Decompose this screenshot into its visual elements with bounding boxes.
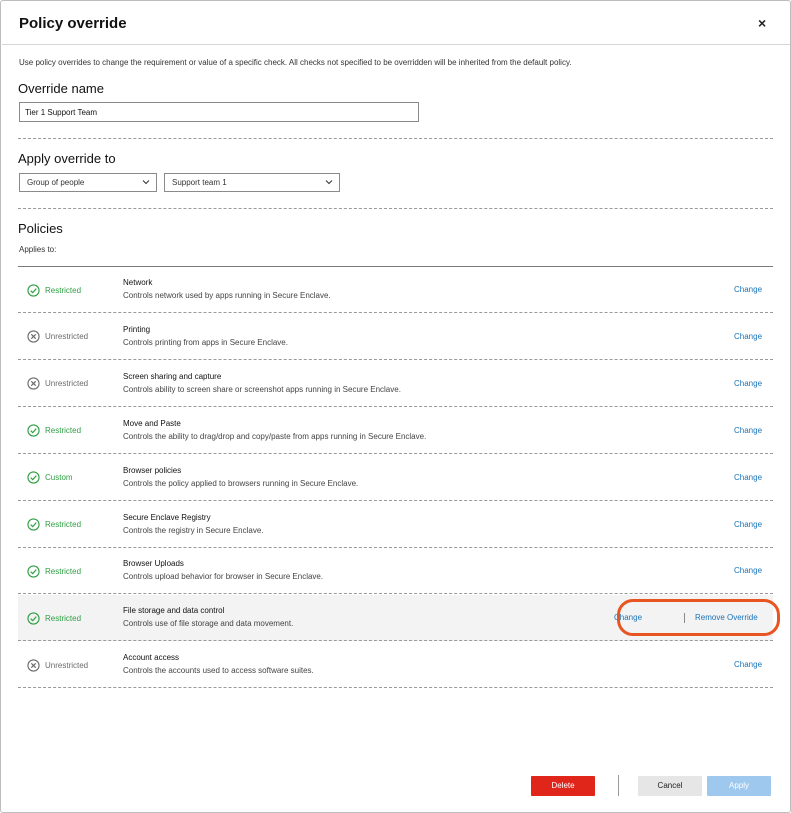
status-label: Restricted bbox=[45, 613, 82, 623]
status-label: Custom bbox=[45, 473, 73, 483]
policy-name: Secure Enclave Registry bbox=[123, 512, 211, 522]
close-icon[interactable]: × bbox=[758, 15, 766, 31]
x-circle-icon bbox=[27, 377, 45, 390]
policy-name: Move and Paste bbox=[123, 418, 181, 428]
policy-name: Network bbox=[123, 278, 153, 287]
policy-row: Restricted Secure Enclave Registry Control… bbox=[18, 502, 773, 548]
policies-label: Policies bbox=[18, 221, 63, 236]
policy-description: Controls the accounts used to access sof… bbox=[123, 666, 314, 676]
target-group-value: Support team 1 bbox=[172, 178, 227, 187]
status-label: Unrestricted bbox=[45, 660, 89, 670]
status-badge: Restricted bbox=[27, 424, 81, 438]
x-circle-icon bbox=[27, 659, 45, 672]
apply-button[interactable]: Apply bbox=[707, 776, 771, 796]
check-circle-icon bbox=[27, 424, 45, 437]
change-link[interactable]: Change bbox=[734, 379, 762, 388]
status-badge: Restricted bbox=[27, 518, 81, 532]
applies-to-label: Applies to: bbox=[19, 245, 57, 254]
target-type-value: Group of people bbox=[27, 178, 85, 187]
policy-row: Unrestricted Printing Controls printing fr… bbox=[18, 314, 773, 360]
status-badge: Custom bbox=[27, 471, 73, 485]
check-circle-icon bbox=[27, 471, 45, 484]
check-circle-icon bbox=[27, 565, 45, 578]
status-label: Restricted bbox=[45, 285, 82, 295]
divider bbox=[18, 208, 773, 209]
status-label: Restricted bbox=[45, 566, 82, 576]
dialog-header: Policy override × bbox=[2, 2, 790, 45]
x-circle-icon bbox=[27, 330, 45, 344]
policy-name: Browser Uploads bbox=[123, 559, 184, 569]
policy-description: Controls network used by apps running in… bbox=[123, 291, 331, 300]
policy-row: Restricted Network Controls network used b… bbox=[18, 267, 773, 313]
policy-description: Controls use of file storage and data mo… bbox=[123, 619, 294, 629]
annotation-highlight bbox=[617, 599, 780, 636]
status-label: Restricted bbox=[45, 426, 82, 436]
check-circle-icon bbox=[27, 518, 45, 531]
policy-row: Custom Browser policies Controls the polic… bbox=[18, 455, 773, 501]
status-badge: Restricted bbox=[27, 283, 81, 297]
status-label: Unrestricted bbox=[45, 379, 89, 389]
change-link[interactable]: Change bbox=[734, 520, 762, 529]
status-badge: Unrestricted bbox=[27, 377, 88, 391]
check-circle-icon bbox=[27, 612, 45, 625]
policy-override-dialog: Policy override × Use policy overrides t… bbox=[0, 0, 791, 813]
target-group-select[interactable]: Support team 1 bbox=[164, 173, 340, 192]
status-label: Unrestricted bbox=[45, 332, 89, 342]
policy-name: Browser policies bbox=[123, 465, 182, 475]
change-link[interactable]: Change bbox=[734, 473, 762, 482]
policy-row: Unrestricted Account access Controls the a… bbox=[18, 642, 773, 689]
policy-name: Account access bbox=[123, 653, 180, 663]
policy-description: Controls the ability to drag/drop and co… bbox=[123, 431, 427, 441]
chevron-down-icon bbox=[142, 180, 150, 185]
policy-description: Controls upload behavior for browser in … bbox=[123, 572, 324, 582]
override-name-input[interactable] bbox=[19, 102, 419, 122]
policy-row: Unrestricted Screen sharing and capture Co… bbox=[18, 361, 773, 407]
change-link[interactable]: Change bbox=[734, 566, 762, 575]
change-link[interactable]: Change bbox=[734, 660, 762, 669]
delete-button[interactable]: Delete bbox=[531, 776, 595, 796]
check-circle-icon bbox=[27, 283, 45, 297]
target-type-select[interactable]: Group of people bbox=[19, 173, 157, 192]
status-label: Restricted bbox=[45, 520, 82, 529]
status-badge: Unrestricted bbox=[27, 658, 88, 672]
policy-row: Restricted Browser Uploads Controls upload… bbox=[18, 548, 773, 595]
footer-separator bbox=[618, 775, 619, 796]
policy-name: File storage and data control bbox=[123, 606, 225, 616]
chevron-down-icon bbox=[325, 180, 333, 185]
status-badge: Restricted bbox=[27, 611, 81, 625]
policy-description: Controls the policy applied to browsers … bbox=[123, 478, 359, 488]
apply-override-label: Apply override to bbox=[18, 151, 116, 166]
change-link[interactable]: Change bbox=[734, 426, 762, 435]
change-link[interactable]: Change bbox=[734, 332, 762, 341]
policy-name: Screen sharing and capture bbox=[123, 371, 222, 381]
override-name-label: Override name bbox=[18, 81, 104, 96]
change-link[interactable]: Change bbox=[734, 285, 762, 294]
policy-row: Restricted Move and Paste Controls the abi… bbox=[18, 408, 773, 454]
divider bbox=[18, 138, 773, 139]
dialog-description: Use policy overrides to change the requi… bbox=[19, 58, 572, 67]
status-badge: Unrestricted bbox=[27, 330, 88, 344]
policy-description: Controls the registry in Secure Enclave. bbox=[123, 525, 264, 535]
policy-description: Controls ability to screen share or scre… bbox=[123, 384, 401, 394]
dialog-title: Policy override bbox=[19, 15, 127, 32]
policy-name: Printing bbox=[123, 324, 151, 334]
status-badge: Restricted bbox=[27, 564, 81, 578]
cancel-button[interactable]: Cancel bbox=[638, 776, 702, 796]
policy-description: Controls printing from apps in Secure En… bbox=[123, 337, 288, 347]
